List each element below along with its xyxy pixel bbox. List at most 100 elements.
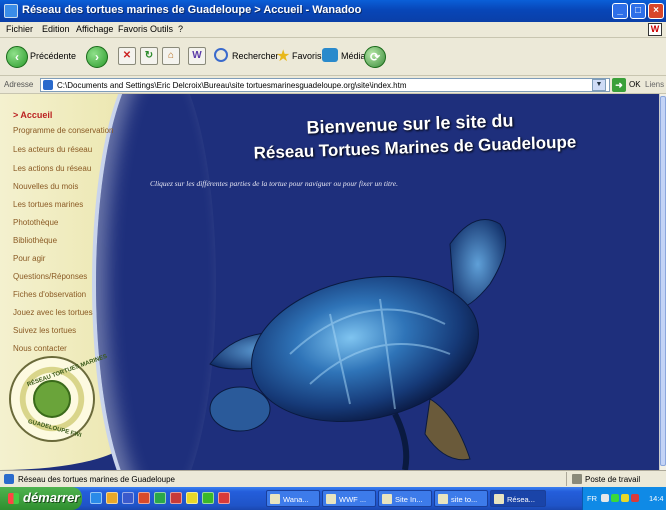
address-field[interactable]: C:\Documents and Settings\Eric Delcroix\… bbox=[40, 78, 610, 92]
task-label: site to... bbox=[451, 495, 478, 504]
reseau-logo: RÉSEAU TORTUES MARINES GUADELOUPE FWI bbox=[9, 354, 108, 442]
quicklaunch-media-icon[interactable] bbox=[138, 492, 150, 504]
nav-actions[interactable]: Les actions du réseau bbox=[13, 164, 91, 173]
tray-volume-icon[interactable] bbox=[601, 494, 609, 502]
web-page: > Accueil Programme de conservation Les … bbox=[0, 94, 659, 470]
address-label: Adresse bbox=[4, 80, 34, 89]
task-icon bbox=[326, 494, 336, 504]
page-icon bbox=[43, 80, 53, 90]
window-title-bar[interactable]: Réseau des tortues marines de Guadeloupe… bbox=[0, 0, 666, 22]
menu-fichier[interactable]: Fichier bbox=[6, 24, 33, 34]
search-icon[interactable] bbox=[214, 48, 228, 62]
menu-outils[interactable]: Outils bbox=[150, 24, 173, 34]
quicklaunch-app-icon[interactable] bbox=[202, 492, 214, 504]
status-separator bbox=[566, 472, 567, 486]
address-value[interactable]: C:\Documents and Settings\Eric Delcroix\… bbox=[57, 81, 407, 90]
address-dropdown-icon[interactable]: ▼ bbox=[592, 79, 606, 91]
nav-questions[interactable]: Questions/Réponses bbox=[13, 272, 87, 281]
task-label: WWF ... bbox=[339, 495, 367, 504]
nav-bibliotheque[interactable]: Bibliothèque bbox=[13, 236, 57, 245]
status-bar: Réseau des tortues marines de Guadeloupe… bbox=[0, 470, 666, 487]
logo-bottom-text: GUADELOUPE FWI bbox=[27, 418, 82, 440]
favorites-button[interactable]: Favoris bbox=[292, 51, 322, 61]
menu-favoris[interactable]: Favoris bbox=[118, 24, 148, 34]
turtle-rear-flipper bbox=[424, 398, 471, 461]
nav-jouez[interactable]: Jouez avec les tortues bbox=[13, 308, 93, 317]
window-title: Réseau des tortues marines de Guadeloupe… bbox=[22, 4, 362, 16]
windows-logo-icon: W bbox=[648, 23, 662, 36]
close-button[interactable]: × bbox=[648, 3, 664, 19]
sidebar-wave bbox=[96, 94, 216, 470]
task-icon bbox=[494, 494, 504, 504]
nav-phototheque[interactable]: Photothèque bbox=[13, 218, 58, 227]
home-icon[interactable]: ⌂ bbox=[162, 47, 180, 65]
menu-help[interactable]: ? bbox=[178, 24, 183, 34]
start-label: démarrer bbox=[23, 490, 80, 505]
refresh-icon[interactable]: ↻ bbox=[140, 47, 158, 65]
task-icon bbox=[382, 494, 392, 504]
favorites-star-icon[interactable]: ★ bbox=[276, 46, 290, 66]
maximize-button[interactable]: □ bbox=[630, 3, 646, 19]
quicklaunch-outlook-icon[interactable] bbox=[170, 492, 182, 504]
history-icon[interactable]: ⟳ bbox=[364, 46, 386, 68]
nav-tortues-marines[interactable]: Les tortues marines bbox=[13, 200, 83, 209]
quicklaunch-acrobat-icon[interactable] bbox=[218, 492, 230, 504]
task-site-in[interactable]: Site In... bbox=[378, 490, 432, 507]
quicklaunch-word-icon[interactable] bbox=[122, 492, 134, 504]
go-arrow-icon[interactable]: ➜ bbox=[612, 78, 626, 92]
logo-turtle-icon bbox=[33, 380, 71, 418]
wanadoo-icon[interactable]: W bbox=[188, 47, 206, 65]
language-indicator[interactable]: FR bbox=[587, 494, 597, 503]
status-text: Réseau des tortues marines de Guadeloupe bbox=[18, 475, 175, 484]
nav-programme-conservation[interactable]: Programme de conservation bbox=[13, 126, 114, 135]
task-icon bbox=[270, 494, 280, 504]
scrollbar-thumb[interactable] bbox=[660, 96, 666, 466]
menu-affichage[interactable]: Affichage bbox=[76, 24, 113, 34]
nav-suivez[interactable]: Suivez les tortues bbox=[13, 326, 76, 335]
go-button[interactable]: OK bbox=[629, 80, 641, 89]
nav-acteurs[interactable]: Les acteurs du réseau bbox=[13, 145, 92, 154]
task-wwf[interactable]: WWF ... bbox=[322, 490, 376, 507]
zone-text: Poste de travail bbox=[585, 475, 641, 484]
nav-contact[interactable]: Nous contacter bbox=[13, 344, 67, 353]
minimize-button[interactable]: _ bbox=[612, 3, 628, 19]
menu-bar: Fichier Edition Affichage Favoris Outils… bbox=[0, 22, 666, 38]
turtle-image-map[interactable] bbox=[200, 214, 560, 470]
nav-fiches[interactable]: Fiches d'observation bbox=[13, 290, 86, 299]
system-tray: FR 14:4 bbox=[582, 487, 666, 510]
nav-pour-agir[interactable]: Pour agir bbox=[13, 254, 45, 263]
back-arrow-icon[interactable]: ‹ bbox=[6, 46, 28, 68]
instruction-text: Cliquez sur les différentes parties de l… bbox=[150, 179, 398, 188]
ie-icon bbox=[4, 4, 18, 18]
quicklaunch-ie-icon[interactable] bbox=[90, 492, 102, 504]
media-button[interactable]: Média bbox=[341, 51, 366, 61]
tray-app-icon[interactable] bbox=[631, 494, 639, 502]
address-bar: Adresse C:\Documents and Settings\Eric D… bbox=[0, 76, 666, 94]
media-icon[interactable] bbox=[322, 48, 338, 62]
task-reseau[interactable]: Résea... bbox=[490, 490, 546, 507]
forward-arrow-icon[interactable]: › bbox=[86, 46, 108, 68]
task-icon bbox=[438, 494, 448, 504]
start-button[interactable]: démarrer bbox=[0, 487, 82, 510]
task-site-to[interactable]: site to... bbox=[434, 490, 488, 507]
menu-edition[interactable]: Edition bbox=[42, 24, 70, 34]
links-button[interactable]: Liens bbox=[645, 80, 664, 89]
turtle-front-right-flipper bbox=[449, 219, 507, 310]
task-wanadoo[interactable]: Wana... bbox=[266, 490, 320, 507]
tray-antivirus-icon[interactable] bbox=[621, 494, 629, 502]
quicklaunch-explorer-icon[interactable] bbox=[186, 492, 198, 504]
stop-icon[interactable]: ✕ bbox=[118, 47, 136, 65]
task-label: Site In... bbox=[395, 495, 423, 504]
nav-accueil[interactable]: > Accueil bbox=[13, 110, 52, 120]
windows-flag-icon bbox=[8, 493, 19, 504]
search-button[interactable]: Rechercher bbox=[232, 51, 279, 61]
task-label: Résea... bbox=[507, 495, 535, 504]
back-button[interactable]: Précédente bbox=[30, 51, 76, 61]
quicklaunch-folder-icon[interactable] bbox=[106, 492, 118, 504]
toolbar: ‹ Précédente › ✕ ↻ ⌂ W Rechercher ★ Favo… bbox=[0, 38, 666, 76]
tray-network-icon[interactable] bbox=[611, 494, 619, 502]
quicklaunch-excel-icon[interactable] bbox=[154, 492, 166, 504]
nav-nouvelles[interactable]: Nouvelles du mois bbox=[13, 182, 78, 191]
vertical-scrollbar[interactable] bbox=[659, 94, 666, 470]
page-status-icon bbox=[4, 474, 14, 484]
